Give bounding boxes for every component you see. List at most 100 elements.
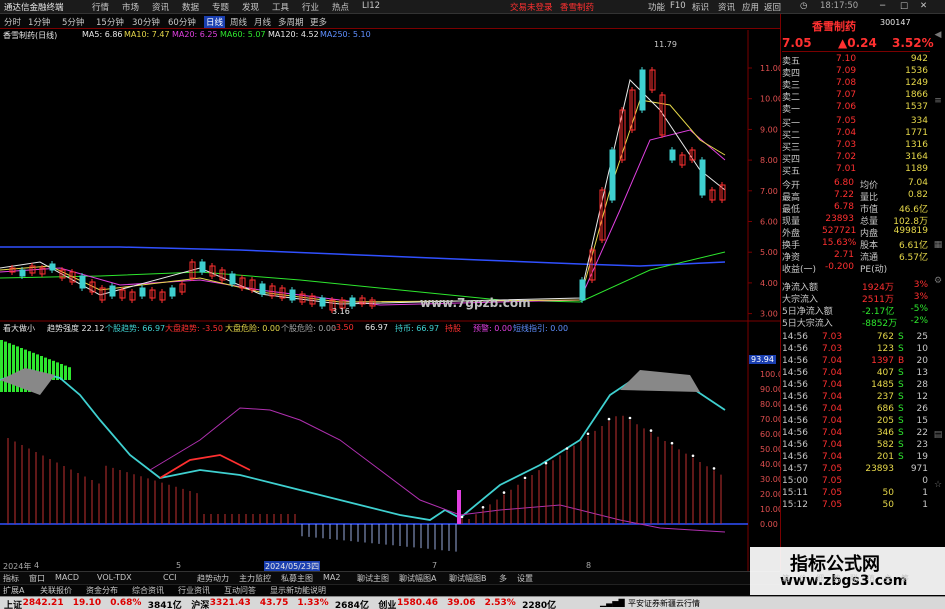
bid-row: 买五 7.01 1189 [782,164,930,177]
tick-volume: 346 [876,428,894,438]
indicator-tab[interactable]: 趋势动力 [197,573,229,584]
candle-body [229,273,236,285]
indicator-tab[interactable]: MA2 [323,573,340,582]
ma10-line [0,99,726,303]
bid-price: 7.02 [836,152,857,162]
indicator-dot [523,476,527,480]
quote-price: 7.05 [782,36,812,50]
indicator-tick-label: 0.00 [760,520,778,529]
side-expand-icon[interactable]: ◀ [932,30,944,42]
indicator-tick-label: 50.00 [760,445,780,454]
index-name: 创业 [378,601,397,609]
side-list-icon[interactable]: ≡ [932,96,944,108]
maximize-icon[interactable]: □ [900,1,908,11]
quote-tab[interactable]: 势 [833,573,841,584]
bid-volume: 3164 [905,152,928,162]
status-broker: 平安证券新疆云行情 [628,599,700,608]
quote-tab[interactable]: 细 [816,573,824,584]
bid-price: 7.03 [836,140,857,150]
tick-time: 14:56 [782,344,808,354]
ask-price: 7.06 [836,102,857,112]
indicator-dot [691,454,695,458]
status-bar: ▁▃▅▇ 平安证券新疆云行情 上证 2842.21 19.10 0.68% 3841亿 沪… [0,596,945,609]
ask-volume: 1537 [905,102,928,112]
ask-price: 7.09 [836,66,857,76]
tick-time: 14:56 [782,392,808,402]
indicator-tab[interactable]: MACD [55,573,79,582]
index-value: 2684亿 [334,601,369,609]
tick-price: 7.04 [822,380,843,390]
indicator-tab[interactable]: 聊试主图 [357,573,389,584]
indicator-tab[interactable]: 指标 [3,573,19,584]
indicator-tick-label: 20.00 [760,490,780,499]
candle-body [609,149,616,201]
tick-price: 7.04 [822,428,843,438]
indicator-tab[interactable]: VOL-TDX [97,573,132,582]
minimize-icon[interactable]: ─ [880,1,885,11]
quote-tab[interactable]: 筹 [901,573,909,584]
quote-tab[interactable]: 主 [884,573,892,584]
indicator-tab[interactable]: 多 [499,573,507,584]
indicator-gray-area-right [620,370,700,392]
indicator-dot [502,491,506,494]
ma5-line [0,79,726,305]
tick-count: 0 [922,476,928,486]
quote-tab[interactable]: 笔 [782,573,790,584]
extension-tab[interactable]: 互动问答 [224,585,256,596]
tick-count: 971 [910,464,928,474]
side-settings-icon[interactable]: ⚙ [932,276,944,288]
ind-label-7: -3.50 [333,323,354,332]
tick-direction: B [898,356,905,366]
tick-time: 14:56 [782,440,808,450]
extension-tab[interactable]: 关联报价 [40,585,72,596]
ask-row: 卖一 7.06 1537 [782,102,930,115]
indicator-tick-label: 100.00 [760,370,780,379]
index-name: 沪深 [191,601,210,609]
extension-tab[interactable]: 扩展A [3,585,24,596]
side-chart-icon[interactable]: ▦ [932,240,944,252]
tick-row[interactable]: 15:12 7.05 50 1 [782,500,930,513]
tick-time: 14:56 [782,404,808,414]
extension-tab[interactable]: 行业资讯 [178,585,210,596]
close-icon[interactable]: ✕ [920,1,927,11]
indicator-tab[interactable]: 设置 [517,573,533,584]
flow-label: 5日大宗流入 [782,319,833,329]
indicator-tab[interactable]: 窗口 [29,573,45,584]
side-star-icon[interactable]: ☆ [932,480,944,492]
indicator-tab[interactable]: 聊试幅图B [449,573,487,584]
indicator-purple-line [149,407,726,533]
stat-row: 收益(一) -0.200 PE(动) [782,262,930,275]
bid-label: 买五 [782,167,801,177]
tick-count: 1 [922,500,928,510]
indicator-dot [607,417,611,421]
indicator-tab[interactable]: CCI [163,573,177,582]
quote-tab[interactable]: 价 [799,573,807,584]
tick-volume: 1397 [871,356,894,366]
date-axis: 2024年 4 5 2024/05/23四 7 8 [0,561,748,572]
indicator-tab[interactable]: 聊试幅图A [399,573,436,584]
indicator-tab[interactable]: 私募主图 [281,573,313,584]
extension-tab[interactable]: 显示新功能说明 [270,585,326,596]
indicator-tick-label: 40.00 [760,460,780,469]
indicator-tab[interactable]: 主力监控 [239,573,271,584]
price-tick-label: 4.00 [760,279,778,288]
stat-value: 6.78 [833,202,854,212]
ask-volume: 1866 [905,90,928,100]
quote-tab[interactable]: 值 [867,573,875,584]
tick-direction: S [898,380,904,390]
kline-chart[interactable]: 11.00 10.00 9.00 8.00 7.00 6.00 5.00 4.00 3.00 1… [0,0,780,571]
tick-volume: 50 [882,500,894,510]
tick-price: 7.05 [822,488,843,498]
extension-tab[interactable]: 综合资讯 [132,585,164,596]
quote-tab[interactable]: 联 [850,573,858,584]
indicator-dot [565,447,569,450]
bid-price: 7.01 [836,164,857,174]
side-news-icon[interactable]: ▤ [932,430,944,442]
indicator-dot [628,416,632,420]
candle-body [139,287,146,297]
tick-volume: 205 [876,416,894,426]
indicator-tick-label: 60.00 [760,430,780,439]
tick-direction: S [898,416,904,426]
extension-tab[interactable]: 资金分布 [86,585,118,596]
tick-direction: S [898,368,904,378]
